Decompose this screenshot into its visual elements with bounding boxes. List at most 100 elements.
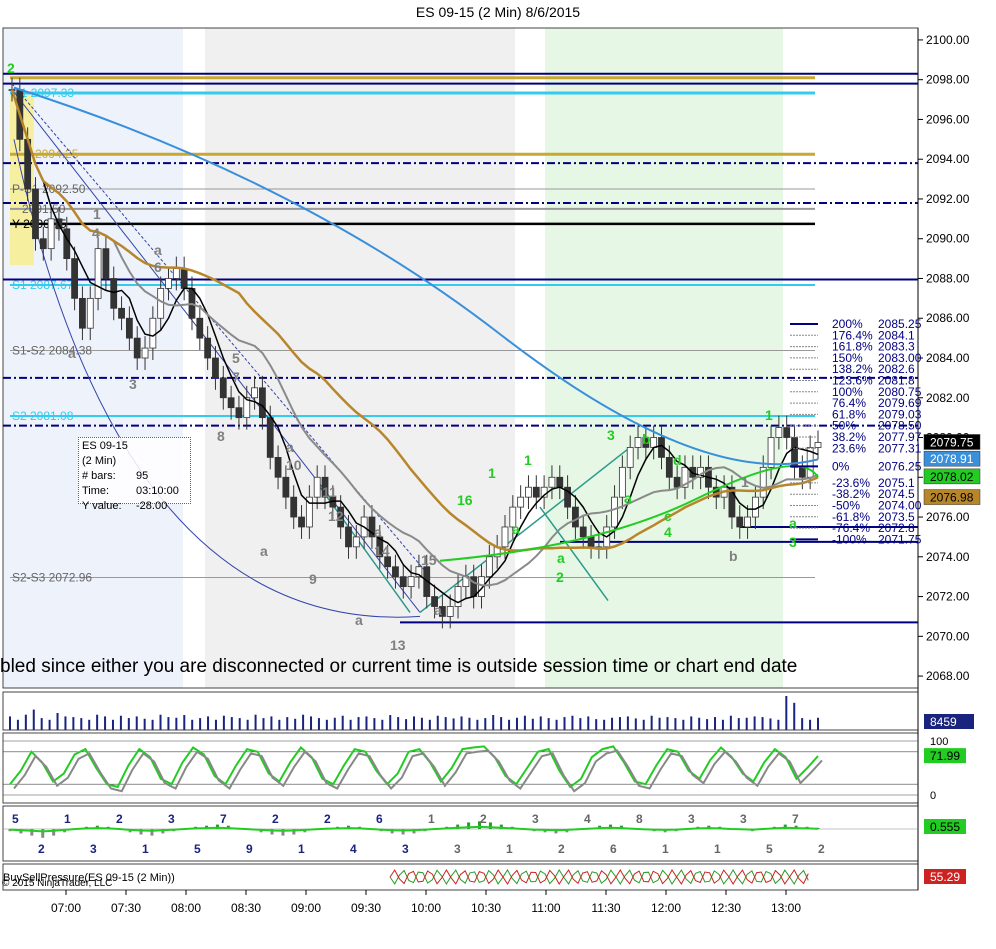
candle-body	[775, 427, 783, 438]
wave-label: 7	[232, 369, 240, 385]
candle-body	[39, 238, 47, 250]
candle-body	[399, 576, 407, 588]
y-tick-label: 2098.00	[926, 73, 970, 87]
stoch-line	[9, 745, 819, 789]
candle-body	[180, 268, 188, 289]
y-tick-label: 2072.00	[926, 590, 970, 604]
volume-bar	[207, 716, 210, 730]
candle-body	[532, 486, 540, 498]
momentum-wave-number: 2	[558, 842, 565, 856]
wave-label: a	[434, 602, 442, 618]
candle-body	[611, 496, 618, 528]
y-tick-label: 2086.00	[926, 311, 970, 325]
x-tick-label: 13:00	[771, 901, 801, 915]
data-box-row: Y value: -28.00	[82, 499, 190, 514]
candle-body	[102, 248, 110, 279]
volume-bar	[238, 718, 241, 730]
wave-label: 2	[556, 569, 564, 585]
candle-body	[251, 387, 258, 399]
wave-label: a	[557, 550, 565, 566]
data-box-value: 95	[136, 470, 149, 482]
volume-bar	[769, 718, 772, 730]
candle-body	[517, 496, 525, 508]
candle-body	[63, 228, 71, 260]
fib-level-label: 0%	[832, 459, 850, 473]
volume-bar	[666, 717, 669, 730]
data-box-key: # bars:	[82, 470, 116, 482]
x-tick-label: 12:00	[651, 901, 681, 915]
wave-label: a	[68, 345, 76, 361]
momentum-wave-number: 1	[64, 812, 71, 826]
volume-bar	[745, 717, 748, 730]
volume-bar	[191, 719, 194, 730]
candle-body	[141, 347, 149, 359]
candle-body	[219, 377, 227, 399]
x-tick-label: 08:30	[231, 901, 261, 915]
candle-body	[71, 258, 79, 299]
volume-bar	[468, 717, 471, 730]
candle-body	[587, 536, 595, 548]
volume-bar	[793, 702, 796, 730]
volume-bar	[159, 714, 162, 730]
momentum-wave-number: 1	[662, 842, 669, 856]
candle-body	[282, 476, 290, 498]
candle-body	[212, 357, 219, 379]
candle-body	[165, 278, 172, 289]
wave-label: a	[286, 439, 294, 455]
wave-label: a	[355, 612, 363, 628]
y-tick-label: 2082.00	[926, 391, 970, 405]
candle-body	[814, 442, 822, 448]
candle-body	[650, 437, 658, 448]
volume-bar	[32, 709, 35, 730]
wave-label: a	[374, 524, 382, 540]
x-tick-label: 11:00	[531, 901, 560, 915]
x-tick-label: 10:00	[411, 901, 441, 915]
wave-label: 6	[154, 259, 162, 275]
momentum-wave-number: 1	[506, 842, 513, 856]
volume-bar	[642, 719, 645, 730]
pivot-label: S1-S2 2084.38	[12, 343, 92, 357]
momentum-wave-number: 3	[532, 812, 539, 826]
candle-body	[548, 476, 556, 488]
x-tick-label: 09:00	[291, 901, 321, 915]
candle-body	[204, 337, 212, 359]
data-box-key: ES 09-15 (2 Min)	[82, 440, 128, 467]
wave-label: 8	[217, 428, 225, 444]
wave-label: 5	[232, 350, 240, 366]
wave-label: a	[512, 521, 520, 537]
volume-bar	[460, 716, 463, 730]
volume-bar	[777, 719, 780, 730]
volume-bar	[397, 717, 400, 730]
data-box-row: # bars: 95	[82, 469, 190, 484]
x-tick-label: 12:30	[711, 901, 741, 915]
data-box-row: ES 09-15 (2 Min)	[82, 439, 190, 469]
volume-bar	[183, 715, 186, 730]
volume-bar	[626, 716, 629, 730]
volume-bar	[286, 717, 289, 730]
volume-bar	[151, 719, 154, 730]
fib-level-price: 2076.25	[878, 459, 922, 473]
volume-bar	[690, 716, 693, 730]
fib-level-label: -100%	[832, 532, 867, 546]
volume-bar	[357, 717, 360, 730]
volume-bar	[785, 696, 788, 730]
momentum-wave-number: 2	[480, 812, 487, 826]
candle-body	[32, 188, 39, 240]
candle-body	[47, 218, 55, 250]
volume-bar	[523, 715, 526, 730]
volume-bar	[500, 717, 503, 730]
volume-bar	[143, 718, 146, 730]
candle-body	[673, 476, 681, 488]
wave-label: 3	[129, 376, 137, 392]
volume-bar	[405, 719, 408, 730]
candle-body	[235, 407, 243, 419]
volume-bar	[674, 718, 677, 730]
volume-bar	[420, 717, 423, 730]
price-tag-label: 2076.98	[930, 491, 974, 505]
y-tick-label: 2094.00	[926, 152, 970, 166]
wave-label: 3	[789, 534, 797, 550]
wave-label: d	[673, 452, 682, 468]
volume-bar	[341, 715, 344, 730]
volume-bar	[476, 719, 479, 730]
volume-bar	[611, 717, 614, 730]
